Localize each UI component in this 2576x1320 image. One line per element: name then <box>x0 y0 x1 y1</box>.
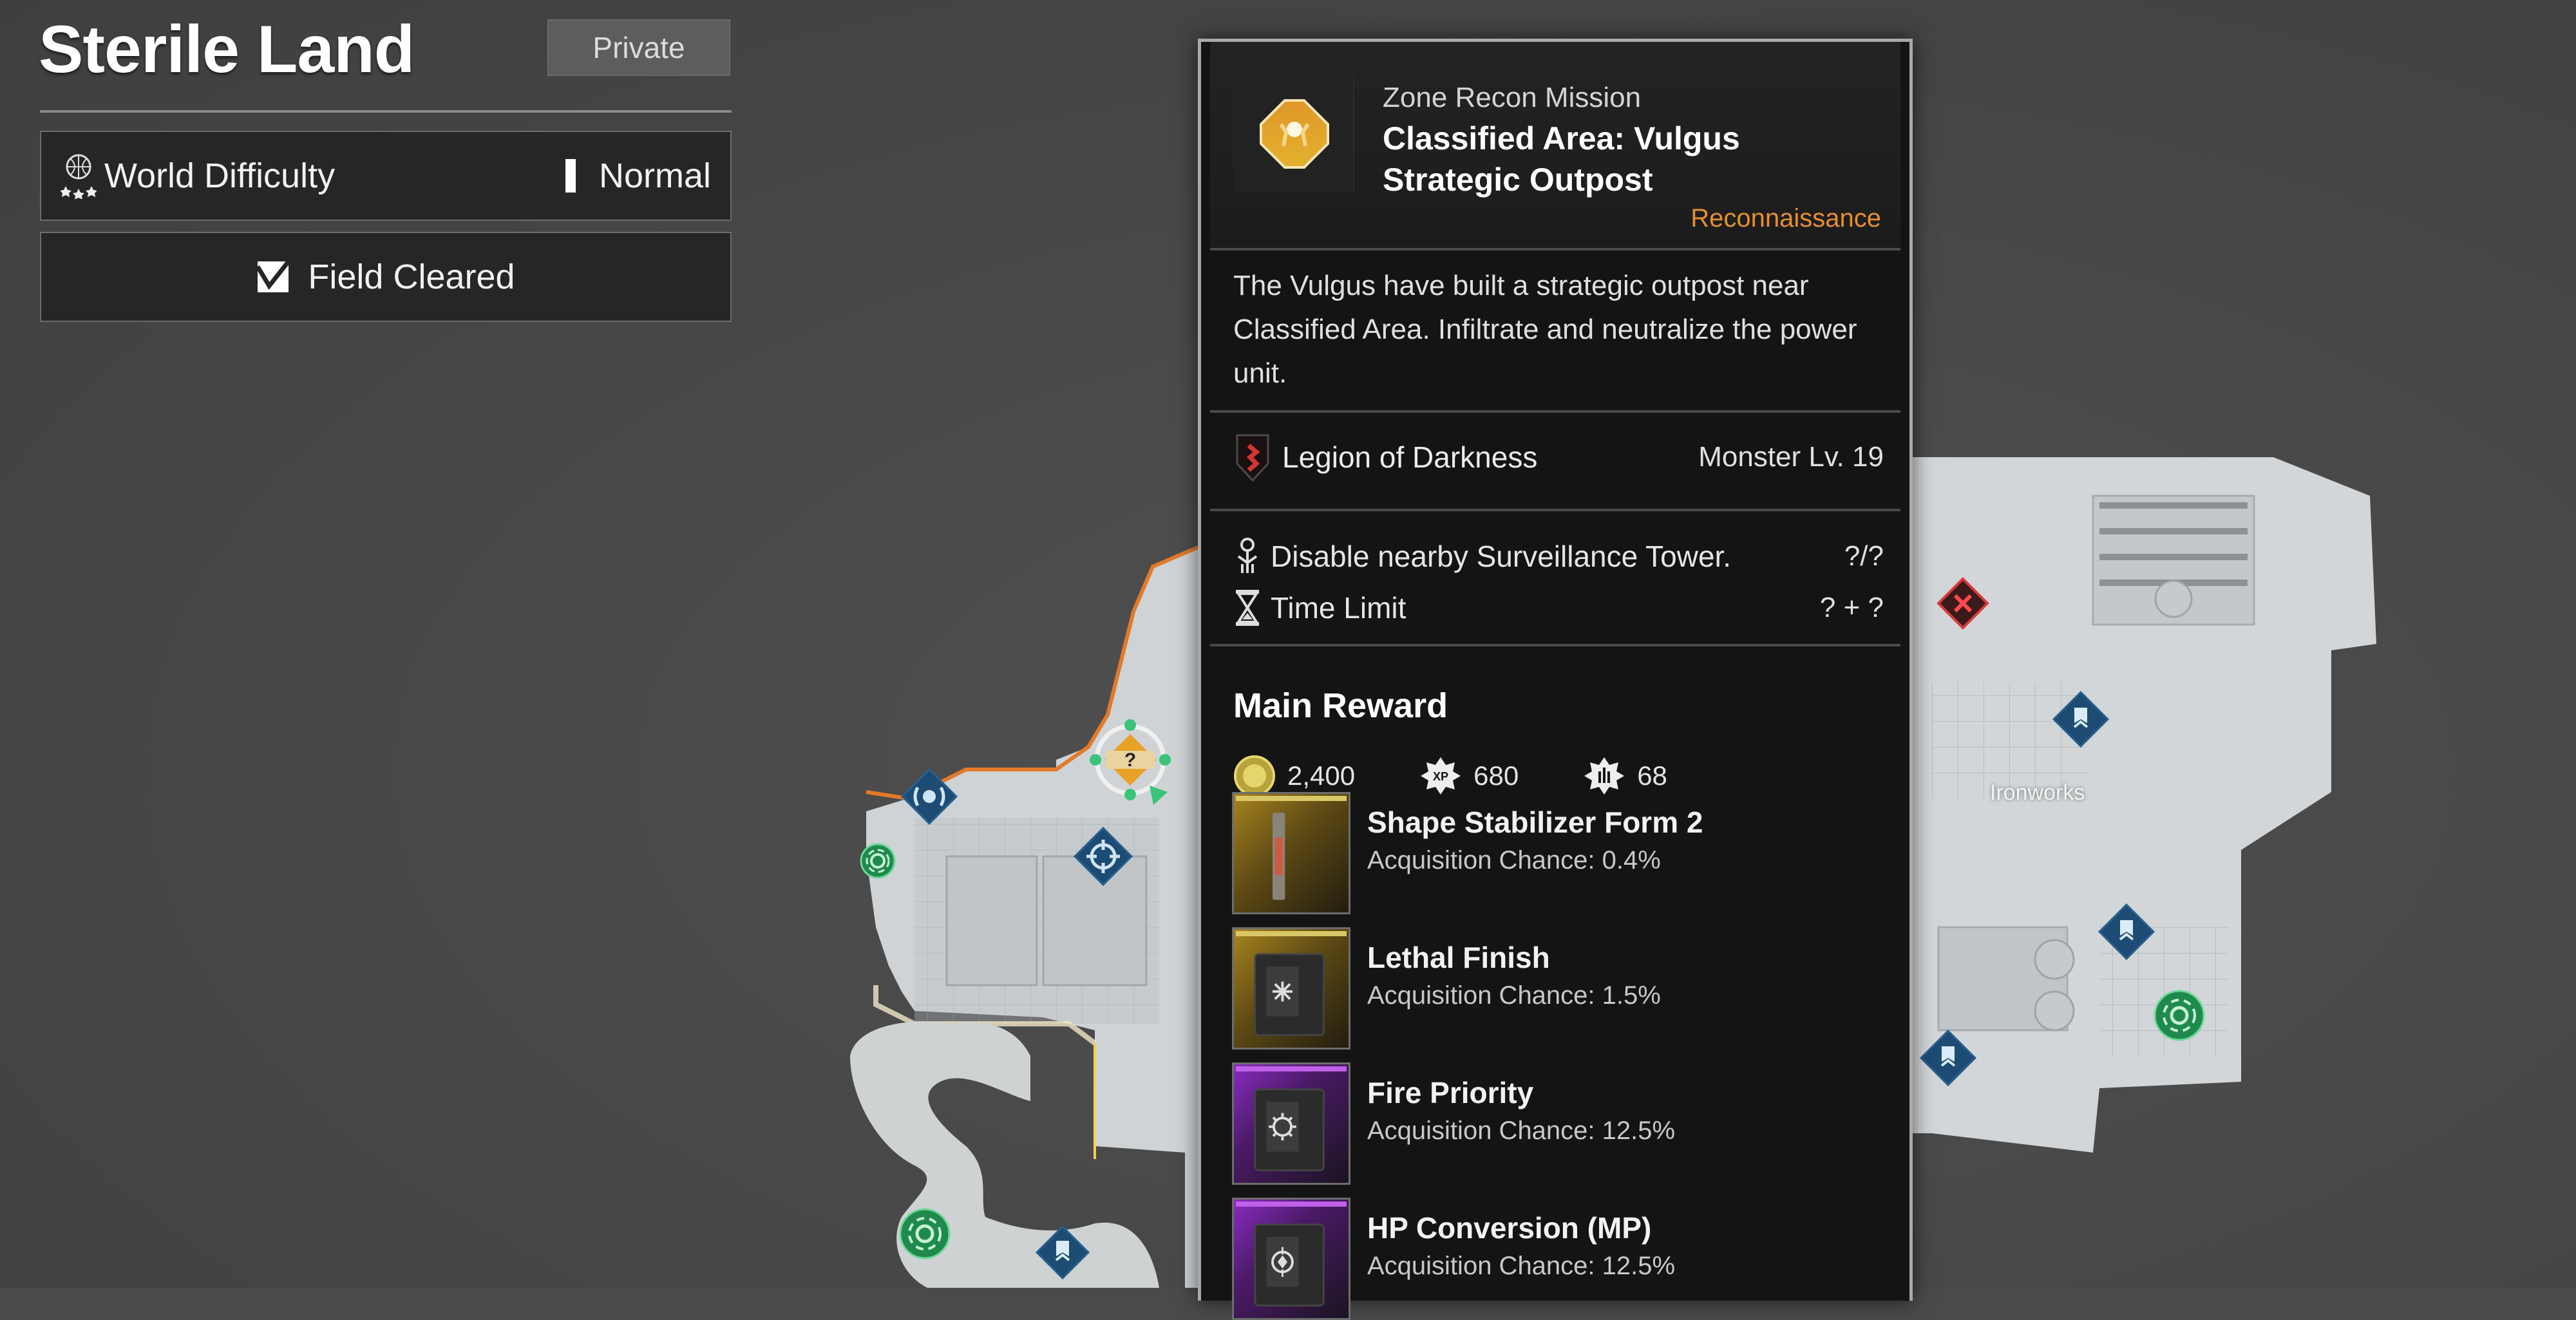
world-difficulty-row[interactable]: World Difficulty Normal <box>40 131 732 221</box>
green-spawn-marker[interactable] <box>2154 990 2205 1041</box>
reward-item-name: Shape Stabilizer Form 2 <box>1367 806 1703 839</box>
objective-row: Time Limit ? + ? <box>1233 585 1884 630</box>
privacy-button[interactable]: Private <box>547 19 730 76</box>
mission-kind: Zone Recon Mission <box>1383 82 1642 113</box>
objective-text: Disable nearby Surveillance Tower. <box>1271 540 1732 573</box>
reward-item[interactable]: Lethal Finish Acquisition Chance: 1.5% <box>1232 927 1863 1050</box>
divider <box>40 110 732 113</box>
gold-coin-icon <box>1234 755 1275 797</box>
mission-header: Zone Recon Mission Classified Area: Vulg… <box>1210 42 1900 248</box>
objective-progress: ? + ? <box>1819 592 1884 623</box>
map-label-ironworks: Ironworks <box>1990 780 2085 805</box>
difficulty-level-indicator <box>565 159 576 193</box>
reward-item-thumbnail <box>1232 792 1350 914</box>
shape-stabilizer-icon <box>1272 813 1285 900</box>
reward-item-chance: Acquisition Chance: 1.5% <box>1367 981 1661 1010</box>
mission-icon-frame <box>1233 73 1354 192</box>
reward-item-chance: Acquisition Chance: 12.5% <box>1367 1117 1676 1145</box>
reward-item[interactable]: HP Conversion (MP) Acquisition Chance: 1… <box>1232 1198 1863 1320</box>
xp-amount: 680 <box>1473 760 1519 791</box>
reward-item[interactable]: Fire Priority Acquisition Chance: 12.5% <box>1232 1062 1863 1185</box>
field-cleared-label: Field Cleared <box>308 258 515 296</box>
objective-progress: ?/? <box>1844 540 1884 572</box>
surveillance-tower-icon <box>1237 538 1258 573</box>
mission-name: Classified Area: Vulgus Strategic Outpos… <box>1383 120 1740 198</box>
divider <box>1210 509 1900 511</box>
world-difficulty-globe-icon <box>61 154 97 199</box>
faction-row: Legion of Darkness Monster Lv. 19 <box>1233 431 1884 483</box>
module-card-icon <box>1254 1223 1325 1307</box>
svg-text:?: ? <box>1124 750 1136 771</box>
monster-level: Monster Lv. 19 <box>1698 441 1884 473</box>
map-terrain-east <box>1913 457 2376 1153</box>
divider <box>1210 644 1900 646</box>
reward-item-name: Lethal Finish <box>1367 941 1550 974</box>
map-terrain-west <box>850 545 1199 1288</box>
svg-text:XP: XP <box>1433 770 1448 783</box>
checkbox-checked-icon[interactable] <box>256 260 290 294</box>
xp-icon: XP <box>1421 757 1461 795</box>
legion-of-darkness-icon <box>1236 434 1269 482</box>
world-difficulty-value: Normal <box>598 156 711 195</box>
world-difficulty-label: World Difficulty <box>104 156 336 195</box>
currency-reward: XP 680 <box>1419 755 1519 797</box>
currency-reward: 68 <box>1583 755 1667 797</box>
reward-item-chance: Acquisition Chance: 0.4% <box>1367 846 1661 874</box>
module-card-icon <box>1254 1088 1325 1172</box>
reward-item-name: Fire Priority <box>1367 1076 1534 1109</box>
green-spawn-marker[interactable] <box>860 843 896 879</box>
field-cleared-toggle[interactable]: Field Cleared <box>40 232 732 322</box>
reward-item-thumbnail <box>1232 1062 1350 1185</box>
mission-type: Reconnaissance <box>1690 204 1881 232</box>
faction-name: Legion of Darkness <box>1282 440 1538 474</box>
currency-reward: 2,400 <box>1233 755 1355 797</box>
gold-amount: 2,400 <box>1287 760 1356 791</box>
main-reward-heading: Main Reward <box>1233 686 1448 725</box>
reward-item-name: HP Conversion (MP) <box>1367 1211 1652 1245</box>
mission-description: The Vulgus have built a strategic outpos… <box>1233 270 1857 389</box>
divider <box>1210 410 1900 413</box>
mission-detail-panel: Zone Recon Mission Classified Area: Vulg… <box>1198 39 1913 1320</box>
reward-item-thumbnail <box>1232 1198 1350 1320</box>
divider <box>1210 248 1900 250</box>
reward-item[interactable]: Shape Stabilizer Form 2 Acquisition Chan… <box>1232 792 1863 914</box>
mastery-amount: 68 <box>1637 760 1667 791</box>
objective-text: Time Limit <box>1271 591 1406 625</box>
green-spawn-marker[interactable] <box>899 1208 951 1259</box>
hourglass-icon <box>1236 590 1259 626</box>
zone-title: Sterile Land <box>39 12 415 87</box>
objective-row: Disable nearby Surveillance Tower. ?/? <box>1233 534 1884 579</box>
reward-item-chance: Acquisition Chance: 12.5% <box>1367 1252 1676 1280</box>
mastery-icon <box>1584 757 1625 795</box>
module-card-icon <box>1254 953 1325 1037</box>
reward-item-thumbnail <box>1232 927 1350 1050</box>
recon-mission-icon <box>1260 99 1329 169</box>
